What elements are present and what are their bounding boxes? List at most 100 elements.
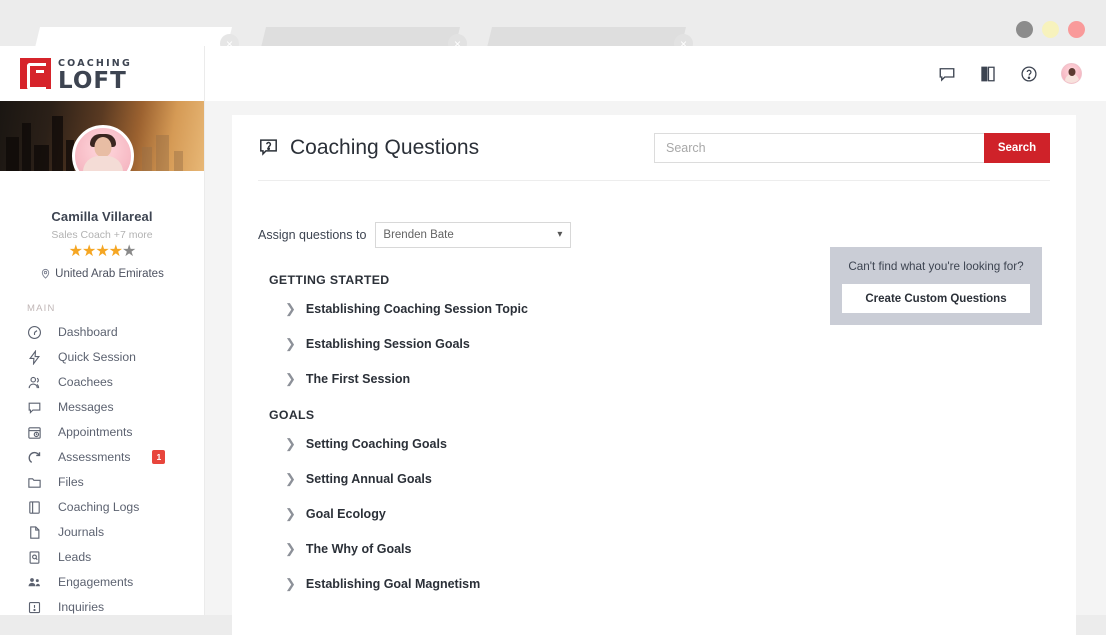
- app-topbar: [205, 46, 1106, 101]
- question-item-label: Establishing Coaching Session Topic: [306, 302, 528, 316]
- status-badge: 1: [152, 450, 165, 465]
- document-search-icon: [27, 550, 42, 565]
- sidebar-item-messages[interactable]: Messages: [0, 395, 204, 420]
- sidebar-nav: Dashboard Quick Session Coachees Message…: [0, 320, 204, 615]
- logo-wordmark: COACHING LOFT: [58, 54, 132, 93]
- people-icon: [27, 575, 42, 590]
- chevron-right-icon: ❯: [285, 507, 296, 520]
- calendar-clock-icon: [27, 425, 42, 440]
- star-half: ★: [122, 243, 135, 260]
- sidebar-section-label: MAIN: [27, 303, 204, 314]
- question-item[interactable]: ❯ Establishing Session Goals: [269, 326, 1050, 361]
- question-item-label: Setting Coaching Goals: [306, 437, 447, 451]
- question-item[interactable]: ❯ Setting Annual Goals: [269, 461, 1050, 496]
- profile-summary: Camilla Villareal Sales Coach +7 more ★★…: [0, 171, 204, 280]
- location-pin-icon: [40, 268, 51, 279]
- sidebar-item-label: Inquiries: [58, 600, 104, 614]
- sidebar-item-label: Appointments: [58, 425, 133, 439]
- question-item-label: Establishing Session Goals: [306, 337, 470, 351]
- chevron-right-icon: ❯: [285, 472, 296, 485]
- document-icon: [27, 525, 42, 540]
- chevron-right-icon: ❯: [285, 302, 296, 315]
- sidebar-item-leads[interactable]: Leads: [0, 545, 204, 570]
- book-flag-icon[interactable]: [979, 65, 997, 83]
- profile-rating-stars: ★★★★★: [0, 243, 204, 261]
- sidebar-item-files[interactable]: Files: [0, 470, 204, 495]
- search-button[interactable]: Search: [984, 133, 1050, 163]
- sidebar-item-quick-session[interactable]: Quick Session: [0, 345, 204, 370]
- app-logo[interactable]: COACHING LOFT: [0, 46, 204, 101]
- assign-select-wrap: Brenden Bate ▾: [375, 222, 571, 248]
- cta-text: Can't find what you're looking for?: [842, 260, 1030, 273]
- close-button[interactable]: [1068, 21, 1085, 38]
- profile-location-label: United Arab Emirates: [55, 268, 164, 280]
- question-item-label: The Why of Goals: [306, 542, 412, 556]
- question-item-label: The First Session: [306, 372, 410, 386]
- sidebar-item-dashboard[interactable]: Dashboard: [0, 320, 204, 345]
- chat-bubble-icon: [27, 400, 42, 415]
- sidebar-item-label: Files: [58, 475, 84, 489]
- logo-line-2: LOFT: [58, 68, 127, 94]
- sidebar-item-appointments[interactable]: Appointments: [0, 420, 204, 445]
- stars-filled: ★★★★: [69, 243, 122, 260]
- minimize-button[interactable]: [1016, 21, 1033, 38]
- speedometer-icon: [27, 325, 42, 340]
- chevron-right-icon: ❯: [285, 372, 296, 385]
- question-item[interactable]: ❯ The First Session: [269, 361, 1050, 396]
- lightning-icon: [27, 350, 42, 365]
- sidebar-item-label: Coachees: [58, 375, 113, 389]
- sidebar-item-inquiries[interactable]: Inquiries: [0, 595, 204, 615]
- sidebar-item-coaching-logs[interactable]: Coaching Logs: [0, 495, 204, 520]
- sidebar-item-label: Leads: [58, 550, 91, 564]
- assign-questions-label: Assign questions to: [258, 228, 366, 242]
- profile-name: Camilla Villareal: [0, 209, 204, 224]
- sidebar: COACHING LOFT Camilla Villareal Sales Co…: [0, 46, 205, 615]
- sidebar-item-coachees[interactable]: Coachees: [0, 370, 204, 395]
- refresh-circle-icon: [27, 450, 42, 465]
- sidebar-item-assessments[interactable]: Assessments 1: [0, 445, 204, 470]
- folder-icon: [27, 475, 42, 490]
- main-content: Coaching Questions Search Assign questio…: [205, 101, 1106, 615]
- question-item[interactable]: ❯ Setting Coaching Goals: [269, 426, 1050, 461]
- user-group-icon: [27, 375, 42, 390]
- coaching-questions-card: Coaching Questions Search Assign questio…: [232, 115, 1076, 635]
- search-group: Search: [654, 133, 1050, 163]
- question-item[interactable]: ❯ Establishing Goal Magnetism: [269, 566, 1050, 601]
- window-controls: [1016, 21, 1085, 38]
- user-avatar[interactable]: [1061, 63, 1082, 84]
- question-item[interactable]: ❯ The Why of Goals: [269, 531, 1050, 566]
- page-title-wrap: Coaching Questions: [258, 136, 479, 160]
- sidebar-item-journals[interactable]: Journals: [0, 520, 204, 545]
- question-bubble-icon: [258, 137, 279, 158]
- create-custom-questions-button[interactable]: Create Custom Questions: [842, 284, 1030, 313]
- book-icon: [27, 500, 42, 515]
- coaching-loft-logo-icon: [20, 58, 51, 89]
- chevron-right-icon: ❯: [285, 577, 296, 590]
- chat-bubble-icon[interactable]: [938, 65, 956, 83]
- create-custom-questions-box: Can't find what you're looking for? Crea…: [830, 247, 1042, 325]
- topbar-actions: [938, 46, 1082, 101]
- question-item[interactable]: ❯ Goal Ecology: [269, 496, 1050, 531]
- sidebar-item-label: Dashboard: [58, 325, 118, 339]
- app-window: COACHING LOFT Camilla Villareal Sales Co…: [0, 46, 1106, 615]
- page-title: Coaching Questions: [290, 136, 479, 160]
- maximize-button[interactable]: [1042, 21, 1059, 38]
- profile-avatar: [72, 125, 134, 171]
- sidebar-item-label: Coaching Logs: [58, 500, 139, 514]
- sidebar-item-label: Quick Session: [58, 350, 136, 364]
- sidebar-item-label: Engagements: [58, 575, 133, 589]
- chevron-right-icon: ❯: [285, 337, 296, 350]
- card-header: Coaching Questions Search: [258, 115, 1050, 181]
- search-input[interactable]: [654, 133, 984, 163]
- question-item-label: Setting Annual Goals: [306, 472, 432, 486]
- sidebar-item-engagements[interactable]: Engagements: [0, 570, 204, 595]
- assign-questions-select[interactable]: Brenden Bate: [375, 222, 571, 248]
- question-group-title: GOALS: [269, 408, 1050, 422]
- chevron-right-icon: ❯: [285, 542, 296, 555]
- profile-location: United Arab Emirates: [0, 268, 204, 280]
- sidebar-item-label: Messages: [58, 400, 114, 414]
- sidebar-item-label: Assessments: [58, 450, 130, 464]
- help-circle-icon[interactable]: [1020, 65, 1038, 83]
- profile-cover-photo: [0, 101, 205, 171]
- alert-box-icon: [27, 600, 42, 615]
